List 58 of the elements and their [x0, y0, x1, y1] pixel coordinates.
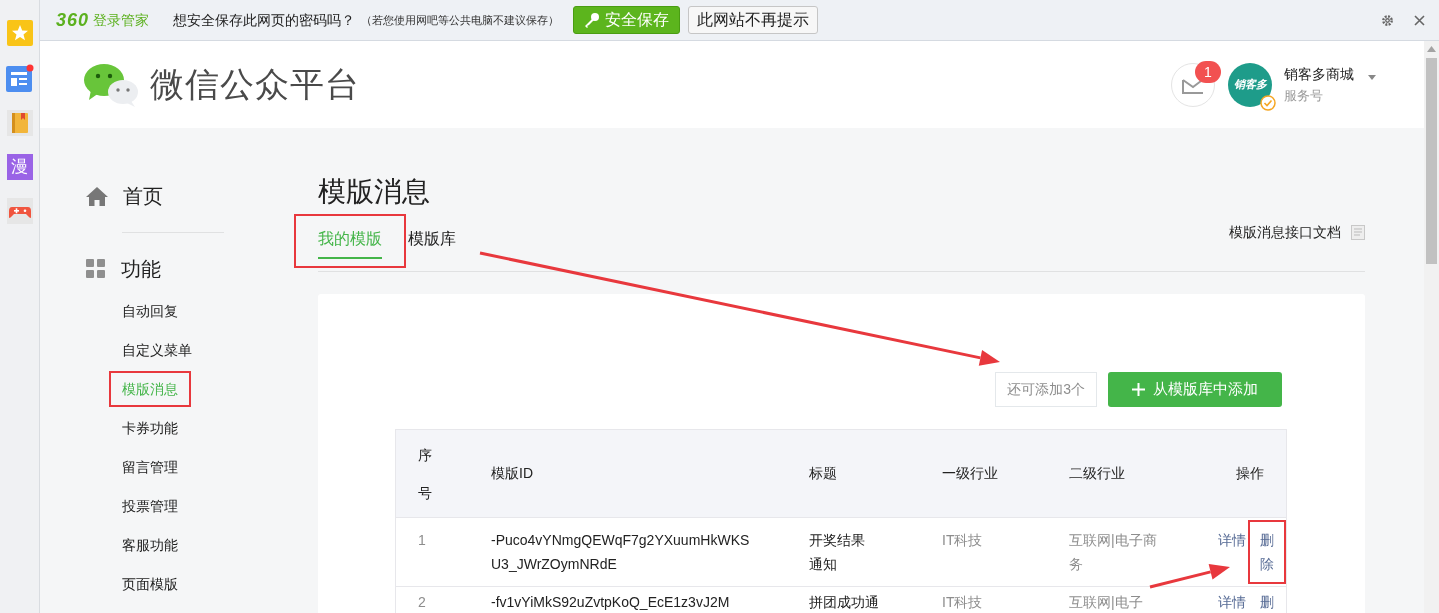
- nav-item[interactable]: 自动回复: [122, 299, 178, 323]
- template-id: -fv1vYiMkS92uZvtpKoQ_EcE1z3vJ2M: [491, 593, 730, 612]
- page-title: 模版消息: [318, 175, 431, 209]
- book-icon[interactable]: [6, 110, 33, 136]
- scrollbar[interactable]: [1424, 41, 1439, 613]
- account-type: 服务号: [1284, 86, 1324, 105]
- nav-item[interactable]: 客服功能: [122, 533, 178, 557]
- avatar-logo-text: 销客多: [1233, 77, 1267, 93]
- nav-item[interactable]: 卡券功能: [122, 416, 178, 440]
- action-link[interactable]: 删除: [1260, 528, 1274, 576]
- brand-logo: 360: [56, 8, 90, 32]
- gamepad-icon[interactable]: [6, 198, 33, 224]
- column-header: 模版ID: [491, 464, 533, 483]
- action-link[interactable]: 详情: [1218, 528, 1246, 552]
- column-header: 标题: [809, 464, 837, 483]
- nav-item[interactable]: 页面模版: [122, 572, 178, 596]
- sidebar-app-button[interactable]: 漫: [6, 154, 33, 180]
- template-title: 开奖结果通知: [809, 531, 866, 574]
- tab[interactable]: 模版库: [408, 221, 456, 259]
- scrollbar-thumb[interactable]: [1426, 58, 1437, 264]
- template-id: -Puco4vYNmgQEWqF7g2YXuumHkWKSU3_JWrZOymNRdE: [491, 531, 751, 574]
- key-icon: [584, 12, 601, 28]
- remaining-count-label: 还可添加3个: [995, 372, 1097, 407]
- prompt-text: 想安全保存此网页的密码吗？: [173, 10, 356, 30]
- column-header: 序号: [418, 445, 432, 503]
- dropdown-caret-icon[interactable]: [1368, 75, 1376, 80]
- industry-level-1: IT科技: [942, 531, 983, 550]
- action-link[interactable]: 详情: [1218, 590, 1246, 613]
- row-number: 1: [418, 531, 426, 550]
- doc-link[interactable]: 模版消息接口文档: [1229, 222, 1341, 243]
- nav-item[interactable]: 留言管理: [122, 455, 178, 479]
- message-count-badge: 1: [1195, 60, 1221, 83]
- account-name[interactable]: 销客多商城: [1284, 63, 1354, 85]
- column-header: 一级行业: [942, 464, 998, 483]
- site-title: 微信公众平台: [150, 64, 360, 105]
- home-icon: [86, 186, 108, 206]
- column-header: 操作: [1236, 464, 1264, 483]
- grid-icon: [86, 259, 106, 279]
- chat-bubbles-logo: [83, 61, 139, 108]
- industry-level-1: IT科技: [942, 593, 983, 612]
- brand-name: 登录管家: [93, 10, 150, 30]
- industry-level-2: 互联网|电子商务: [1069, 531, 1158, 574]
- nav-section-link[interactable]: 功能: [121, 254, 161, 284]
- row-number: 2: [418, 593, 426, 612]
- dismiss-button[interactable]: 此网站不再提示: [688, 6, 819, 34]
- nav-section-link[interactable]: 首页: [123, 181, 163, 211]
- settings-icon[interactable]: [1381, 13, 1394, 27]
- nav-item[interactable]: 自定义菜单: [122, 338, 192, 362]
- column-header: 二级行业: [1069, 464, 1125, 483]
- nav-item[interactable]: 投票管理: [122, 494, 178, 518]
- scroll-up-icon[interactable]: [1427, 46, 1436, 52]
- close-icon[interactable]: [1414, 14, 1425, 26]
- industry-level-2: 互联网|电子: [1069, 593, 1143, 612]
- action-link[interactable]: 删: [1260, 590, 1274, 613]
- news-icon[interactable]: [5, 64, 34, 92]
- note-text: （若您使用网吧等公共电脑不建议保存）: [361, 12, 560, 28]
- plus-icon: [1132, 383, 1145, 396]
- template-title: 拼团成功通: [809, 593, 879, 612]
